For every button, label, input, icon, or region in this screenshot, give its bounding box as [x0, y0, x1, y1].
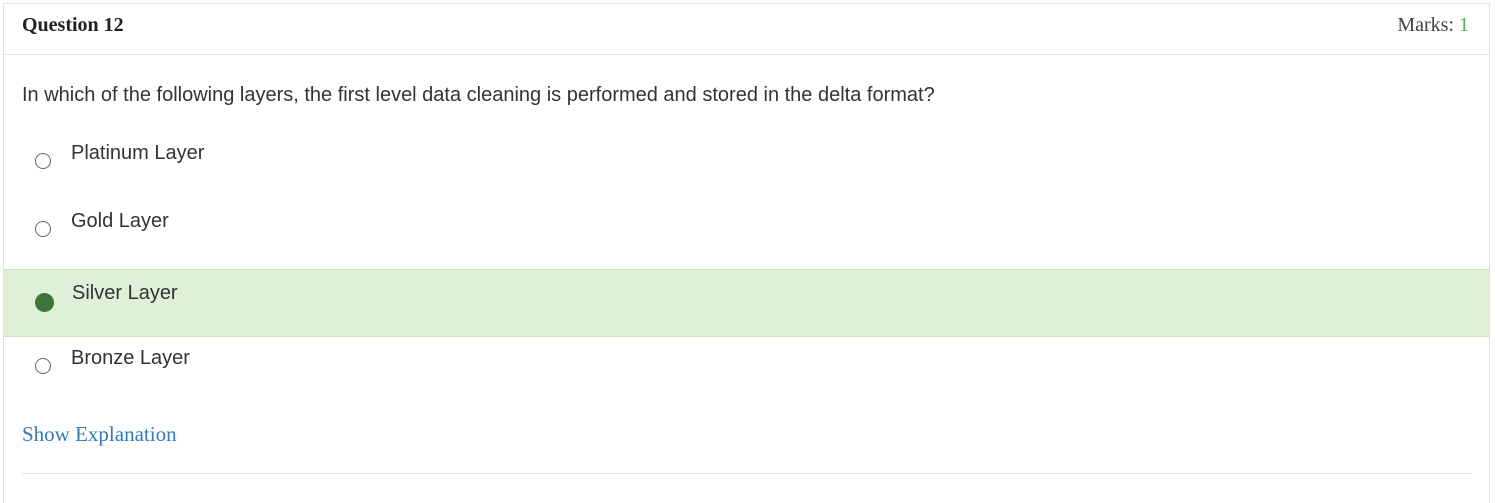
question-header: Question 12 Marks: 1	[4, 4, 1489, 55]
option-platinum-layer[interactable]: Platinum Layer	[4, 130, 1489, 198]
option-bronze-layer[interactable]: Bronze Layer	[4, 335, 1489, 403]
divider	[22, 473, 1471, 474]
question-title: Question 12	[22, 14, 124, 36]
radio-unchecked-icon[interactable]	[35, 153, 51, 169]
question-text: In which of the following layers, the fi…	[22, 84, 935, 106]
option-label: Bronze Layer	[71, 347, 190, 369]
option-label: Platinum Layer	[71, 142, 205, 164]
option-gold-layer[interactable]: Gold Layer	[4, 198, 1489, 266]
show-explanation-link[interactable]: Show Explanation	[22, 422, 177, 447]
question-card: Question 12 Marks: 1 In which of the fol…	[3, 3, 1490, 503]
marks-label: Marks:	[1397, 14, 1454, 36]
option-label: Silver Layer	[72, 282, 178, 304]
option-silver-layer[interactable]: Silver Layer	[4, 269, 1489, 337]
radio-unchecked-icon[interactable]	[35, 358, 51, 374]
radio-unchecked-icon[interactable]	[35, 221, 51, 237]
marks-indicator: Marks: 1	[1397, 14, 1469, 37]
marks-value: 1	[1459, 14, 1469, 36]
option-label: Gold Layer	[71, 210, 169, 232]
radio-checked-icon[interactable]	[35, 293, 54, 312]
